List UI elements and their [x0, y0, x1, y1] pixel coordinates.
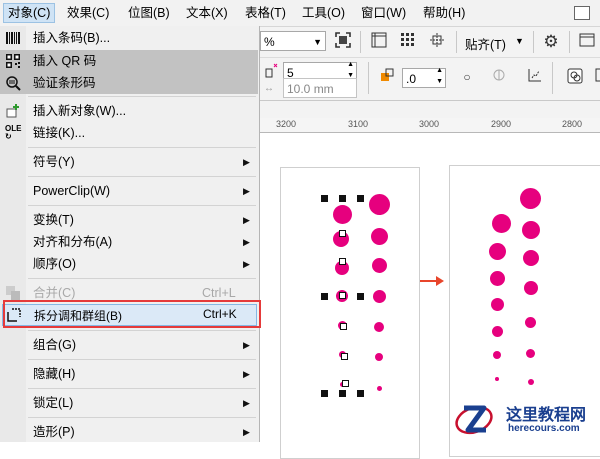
menu-text[interactable]: 文本(X): [182, 4, 232, 22]
blend-direction-input[interactable]: .0 ▲ ▼: [402, 66, 446, 88]
menu-item-insert-barcode[interactable]: 插入条码(B)...: [0, 27, 258, 49]
blend-direction-icon[interactable]: [376, 66, 398, 88]
spin-up-icon[interactable]: ▲: [436, 66, 443, 76]
acceleration-icon[interactable]: [524, 66, 546, 88]
submenu-arrow-icon: ▶: [243, 369, 250, 379]
standard-toolbar: % ▼ 贴齐(T) ▼ ⚙: [260, 27, 600, 58]
zoom-combo[interactable]: % ▼: [260, 31, 326, 51]
chevron-down-icon[interactable]: ▼: [313, 32, 322, 52]
menu-item-shaping[interactable]: 造形(P) ▶: [0, 421, 258, 443]
menu-item-transform[interactable]: 变换(T) ▶: [0, 209, 258, 231]
ruler-label: 2900: [491, 119, 512, 129]
spacing-icon: ↔: [264, 83, 274, 94]
ruler-spacer: [260, 101, 600, 118]
submenu-arrow-icon: ▶: [243, 259, 250, 269]
combine-icon: [6, 286, 20, 300]
menu-bar: 对象(C) 效果(C) 位图(B) 文本(X) 表格(T) 工具(O) 窗口(W…: [0, 0, 600, 27]
menu-item-links[interactable]: OLE ↻ 链接(K)...: [0, 122, 258, 144]
horizontal-ruler[interactable]: 3200 3100 3000 2900 2800: [260, 118, 600, 133]
menu-item-verify-barcode[interactable]: 验证条形码: [0, 72, 258, 94]
qr-code-icon: [6, 54, 20, 68]
submenu-arrow-icon: ▶: [243, 340, 250, 350]
zoom-percent: %: [264, 35, 275, 49]
menu-tools[interactable]: 工具(O): [298, 4, 349, 22]
loop-blend-icon[interactable]: ○: [456, 66, 478, 88]
watermark-logo-icon: [455, 405, 493, 435]
menu-bitmaps[interactable]: 位图(B): [124, 4, 174, 22]
submenu-arrow-icon: ▶: [243, 186, 250, 196]
watermark-title: 这里教程网: [506, 407, 587, 424]
blend-steps-icon: [262, 61, 284, 83]
menu-item-hide[interactable]: 隐藏(H) ▶: [0, 363, 258, 385]
ruler-label: 3200: [276, 119, 297, 129]
ruler-label: 3000: [419, 119, 440, 129]
property-bar: 5 ▲ ▼ 10.0 mm ↔ .0 ▲ ▼ ○: [260, 58, 600, 101]
menu-effects[interactable]: 效果(C): [63, 4, 113, 22]
menu-help[interactable]: 帮助(H): [419, 4, 469, 22]
full-screen-icon[interactable]: [332, 31, 354, 53]
menu-item-group[interactable]: 组合(G) ▶: [0, 334, 258, 356]
gear-icon[interactable]: ⚙: [540, 31, 562, 53]
submenu-arrow-icon: ▶: [243, 237, 250, 247]
submenu-arrow-icon: ▶: [243, 398, 250, 408]
blend-spacing-input[interactable]: 10.0 mm: [283, 78, 357, 98]
guidelines-icon[interactable]: [426, 31, 448, 53]
menu-window[interactable]: 窗口(W): [357, 4, 410, 22]
insert-object-icon: [6, 104, 19, 118]
menu-table[interactable]: 表格(T): [241, 4, 290, 22]
chevron-down-icon[interactable]: ▼: [515, 36, 524, 46]
menu-item-powerclip[interactable]: PowerClip(W) ▶: [0, 180, 258, 202]
tutorial-highlight-box: [3, 300, 261, 328]
menu-item-order[interactable]: 顺序(O) ▶: [0, 253, 258, 275]
watermark-url: herecours.com: [508, 423, 580, 434]
rulers-icon[interactable]: [368, 31, 390, 53]
arrow-right-icon: [420, 276, 444, 286]
submenu-arrow-icon: ▶: [243, 427, 250, 437]
verify-barcode-icon: [6, 76, 21, 91]
object-color-icon[interactable]: [488, 66, 510, 88]
object-menu-dropdown: 插入条码(B)... 插入 QR 码 验证条形码 插入新对象(W)... OLE…: [0, 26, 260, 442]
ruler-label: 2800: [562, 119, 583, 129]
blend-direction-value: .0: [406, 72, 417, 86]
window-icon[interactable]: [574, 6, 590, 20]
application-launcher-icon[interactable]: [576, 31, 598, 53]
more-options-icon[interactable]: [590, 66, 600, 88]
grid-icon[interactable]: [397, 31, 419, 53]
snap-to-label[interactable]: 贴齐(T): [465, 34, 506, 53]
copy-blend-icon[interactable]: [564, 66, 586, 88]
spin-down-icon[interactable]: ▼: [436, 77, 443, 87]
submenu-arrow-icon: ▶: [243, 215, 250, 225]
menu-item-insert-new-object[interactable]: 插入新对象(W)...: [0, 100, 258, 122]
menu-item-align-distribute[interactable]: 对齐和分布(A) ▶: [0, 231, 258, 253]
submenu-arrow-icon: ▶: [243, 157, 250, 167]
ole-link-icon: OLE ↻: [5, 124, 22, 141]
blend-spacing-value: 10.0 mm: [287, 82, 334, 96]
menu-item-lock[interactable]: 锁定(L) ▶: [0, 392, 258, 414]
menu-item-insert-qr-code[interactable]: 插入 QR 码: [0, 50, 258, 72]
spin-up-icon[interactable]: ▲: [347, 60, 354, 70]
barcode-icon: [6, 32, 20, 44]
ruler-label: 3100: [348, 119, 369, 129]
site-watermark: 这里教程网 herecours.com: [448, 396, 600, 442]
menu-object[interactable]: 对象(C): [3, 3, 56, 23]
menu-item-symbol[interactable]: 符号(Y) ▶: [0, 151, 258, 173]
